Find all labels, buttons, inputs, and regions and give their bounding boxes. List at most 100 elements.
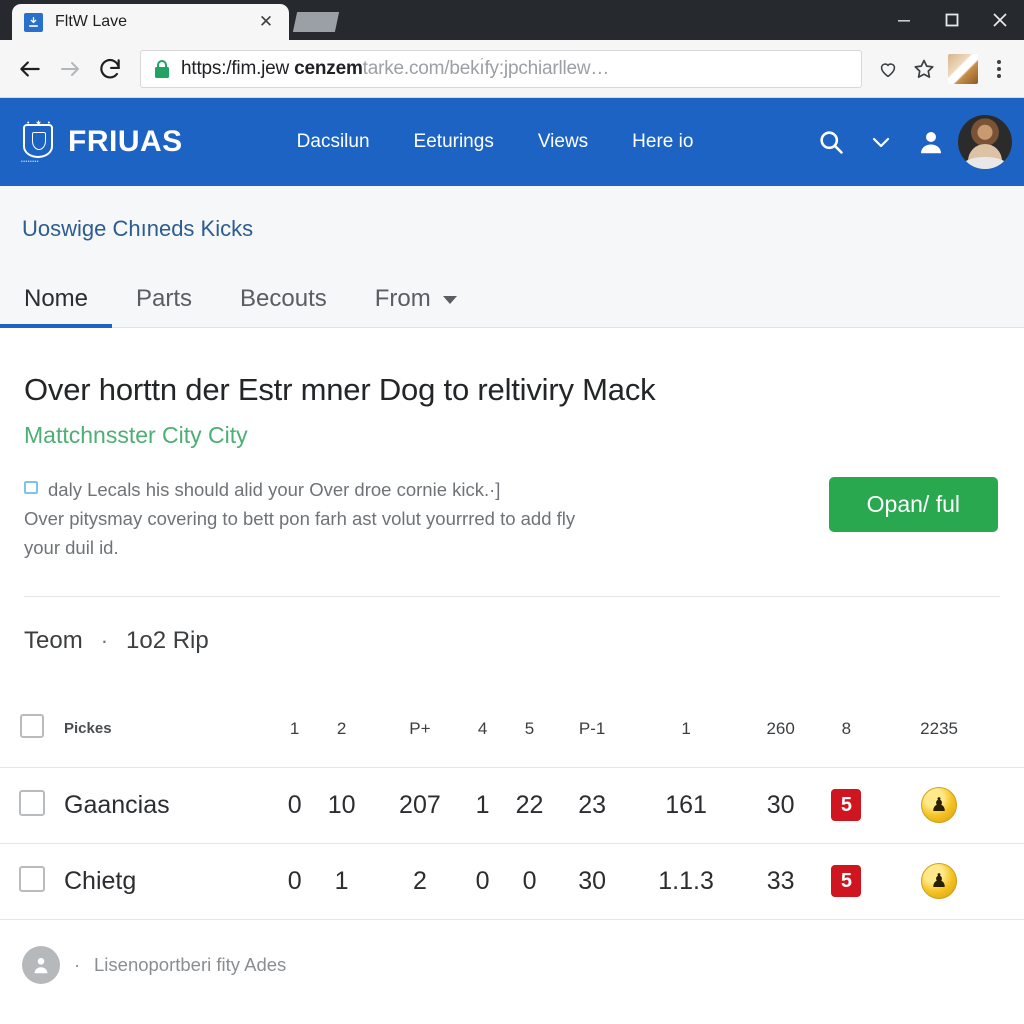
minimize-icon[interactable] — [880, 0, 928, 40]
col-header-4[interactable]: 4 — [467, 691, 498, 767]
row-value-4: 1 — [466, 766, 499, 843]
medal-icon: ♟ — [921, 863, 958, 899]
tab-parts[interactable]: Parts — [112, 285, 216, 327]
search-icon[interactable] — [808, 119, 854, 165]
tab-becouts-label: Becouts — [240, 285, 327, 312]
row-name: Gaancias — [64, 766, 279, 843]
tab-title: FltW Lave — [55, 13, 128, 30]
browser-toolbar: https:/fim.jew cenzemtarke.com/bekı́fy:j… — [0, 40, 1024, 98]
open-full-button[interactable]: Opan/ ful — [828, 477, 998, 532]
row-checkbox[interactable] — [19, 789, 45, 816]
row-value-8: 33 — [748, 842, 813, 919]
close-icon[interactable] — [976, 0, 1024, 40]
nav-link-here-io[interactable]: Here io — [610, 123, 715, 161]
kebab-menu-icon[interactable] — [984, 50, 1014, 88]
reload-icon[interactable] — [90, 49, 130, 89]
chevron-down-icon[interactable] — [442, 295, 457, 304]
download-icon — [24, 12, 43, 32]
url-path: tarke.com/bekı́fy:jpchiarllew… — [362, 57, 610, 79]
description-line-2: Over pitysmay covering to bett pon farh … — [24, 508, 576, 529]
select-all-checkbox[interactable] — [20, 714, 44, 739]
maximize-icon[interactable] — [928, 0, 976, 40]
col-header-6[interactable]: P-1 — [561, 691, 624, 767]
col-header-10[interactable]: 2235 — [880, 691, 1024, 767]
page-title: Over horttn der Estr mner Dog to reltivi… — [24, 372, 656, 407]
address-bar[interactable]: https:/fim.jew cenzemtarke.com/bekı́fy:j… — [140, 49, 862, 88]
row-value-4: 0 — [466, 842, 499, 919]
heart-icon[interactable] — [870, 50, 906, 88]
stats-table: Pickes 1 2 P+ 4 5 P-1 1 260 8 2235 Gaanc… — [0, 691, 1024, 920]
row-medal-cell: ♟ — [880, 766, 1024, 843]
tab-close-icon[interactable]: ✕ — [255, 11, 277, 33]
medal-icon: ♟ — [921, 787, 958, 823]
row-value-5: 22 — [498, 766, 561, 843]
back-icon[interactable] — [10, 49, 50, 89]
tab-becouts[interactable]: Becouts — [216, 285, 351, 327]
crest-icon: • ★ • •••••••• — [18, 118, 58, 166]
col-header-8[interactable]: 260 — [749, 691, 813, 767]
browser-titlebar: FltW Lave ✕ — [0, 0, 1024, 40]
section-separator: · — [100, 628, 109, 653]
note-icon — [24, 481, 38, 494]
row-value-2: 1 — [310, 842, 373, 919]
description-text: daly Lecals his should alid your Over dr… — [24, 475, 575, 562]
nav-link-views[interactable]: Views — [516, 123, 610, 161]
row-value-8: 30 — [748, 766, 813, 843]
red-badge: 5 — [831, 865, 862, 897]
account-person-icon[interactable] — [908, 119, 954, 165]
url-host-bold: cenzem — [294, 57, 363, 79]
row-badge-cell: 5 — [812, 842, 881, 919]
row-name: Chietg — [64, 842, 279, 919]
col-header-2[interactable]: 2 — [310, 691, 373, 767]
nav-link-eeturings[interactable]: Eeturings — [392, 123, 516, 161]
table-body: Gaancias 0 10 207 1 22 23 161 30 5 ♟ Chi… — [0, 766, 1024, 920]
red-badge: 5 — [831, 789, 862, 821]
row-value-3: 2 — [372, 842, 467, 919]
row-badge-cell: 5 — [812, 766, 881, 843]
section-title: Teom — [24, 627, 83, 654]
url-text: https:/fim.jew cenzemtarke.com/bekı́fy:j… — [181, 58, 609, 80]
breadcrumb[interactable]: Uoswige Chıneds Kicks — [22, 216, 253, 241]
row-value-6: 23 — [560, 766, 624, 843]
tab-nome[interactable]: Nome — [0, 285, 113, 328]
site-nav-links: Dacsilun Eeturings Views Here io — [275, 123, 716, 161]
row-checkbox[interactable] — [19, 865, 45, 892]
nav-link-dacsilun[interactable]: Dacsilun — [275, 123, 392, 161]
row-value-1: 0 — [279, 766, 311, 843]
col-header-7[interactable]: 1 — [623, 691, 748, 767]
chevron-down-icon[interactable] — [858, 119, 904, 165]
table-header-row: Pickes 1 2 P+ 4 5 P-1 1 260 8 2235 — [0, 691, 1024, 767]
footer-text: Lisenoportberi fity Ades — [94, 954, 287, 975]
site-navigation-bar: • ★ • •••••••• FRIUAS Dacsilun Eeturings… — [0, 98, 1024, 186]
col-header-9[interactable]: 8 — [813, 691, 881, 767]
person-icon — [22, 946, 60, 984]
section-header: Teom · 1o2 Rip — [0, 597, 1024, 655]
site-nav-right-actions — [808, 98, 1012, 186]
main-content: Over horttn der Estr mner Dog to reltivi… — [0, 372, 1024, 562]
row-value-2: 10 — [310, 766, 373, 843]
row-value-6: 30 — [560, 842, 624, 919]
col-header-5[interactable]: 5 — [498, 691, 561, 767]
table-row[interactable]: Chietg 0 1 2 0 0 30 1.1.3 33 5 ♟ — [0, 842, 1024, 919]
col-header-3[interactable]: P+ — [373, 691, 467, 767]
row-value-5: 0 — [498, 842, 561, 919]
tab-strip: FltW Lave ✕ — [0, 4, 340, 40]
col-header-1[interactable]: 1 — [279, 691, 310, 767]
tab-from-label: From — [374, 285, 431, 312]
table-row[interactable]: Gaancias 0 10 207 1 22 23 161 30 5 ♟ — [0, 766, 1024, 843]
profile-thumbnail[interactable] — [948, 53, 978, 84]
browser-tab[interactable]: FltW Lave ✕ — [12, 4, 289, 40]
tab-from[interactable]: From — [351, 285, 481, 327]
crest-shield — [23, 124, 53, 158]
brand-logo[interactable]: • ★ • •••••••• FRIUAS — [18, 118, 183, 166]
tab-nome-label: Nome — [24, 285, 89, 312]
forward-icon[interactable] — [50, 49, 90, 89]
row-select-cell — [0, 766, 64, 843]
description-line-1: daly Lecals his should alid your Over dr… — [48, 479, 501, 500]
section-subtitle: 1o2 Rip — [126, 627, 209, 654]
new-tab-button[interactable] — [292, 12, 340, 32]
row-value-1: 0 — [279, 842, 311, 919]
bookmark-star-icon[interactable] — [906, 50, 942, 88]
breadcrumb-bar: Uoswige Chıneds Kicks — [0, 186, 1024, 242]
user-avatar[interactable] — [958, 115, 1012, 169]
